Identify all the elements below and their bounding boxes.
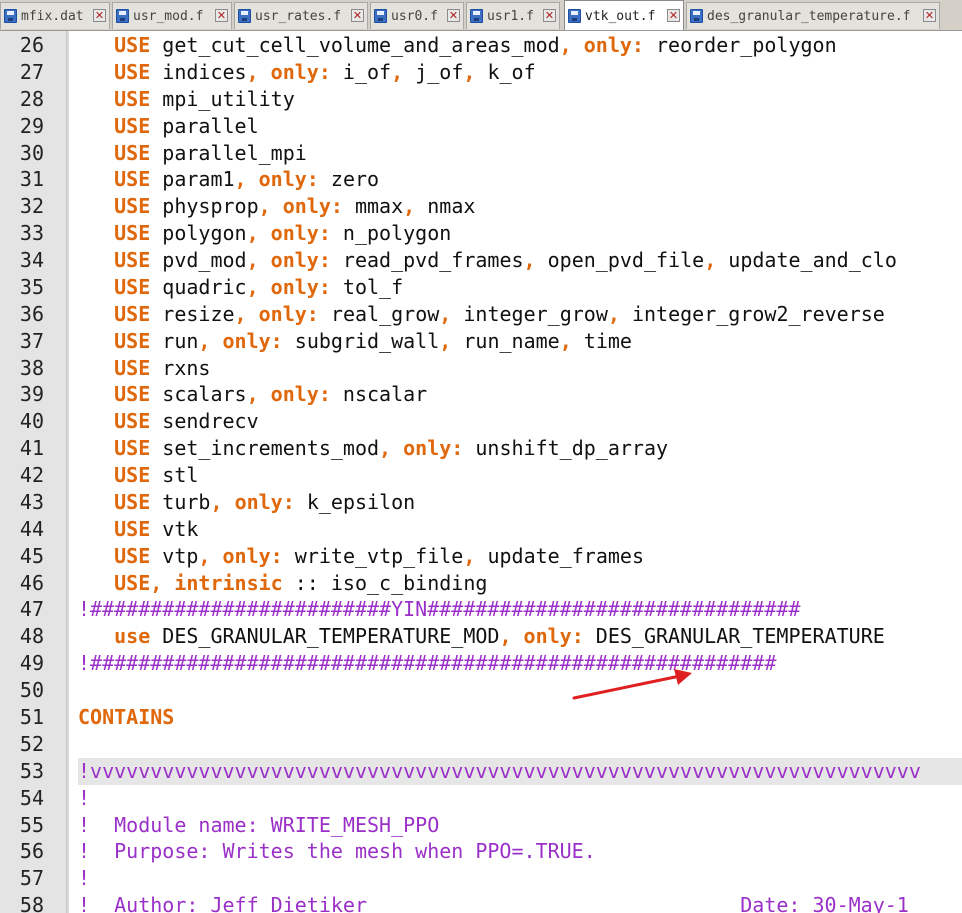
annotation-arrow-head <box>674 669 692 685</box>
annotation-arrow <box>572 669 692 700</box>
annotation-arrow-shaft <box>572 674 682 700</box>
